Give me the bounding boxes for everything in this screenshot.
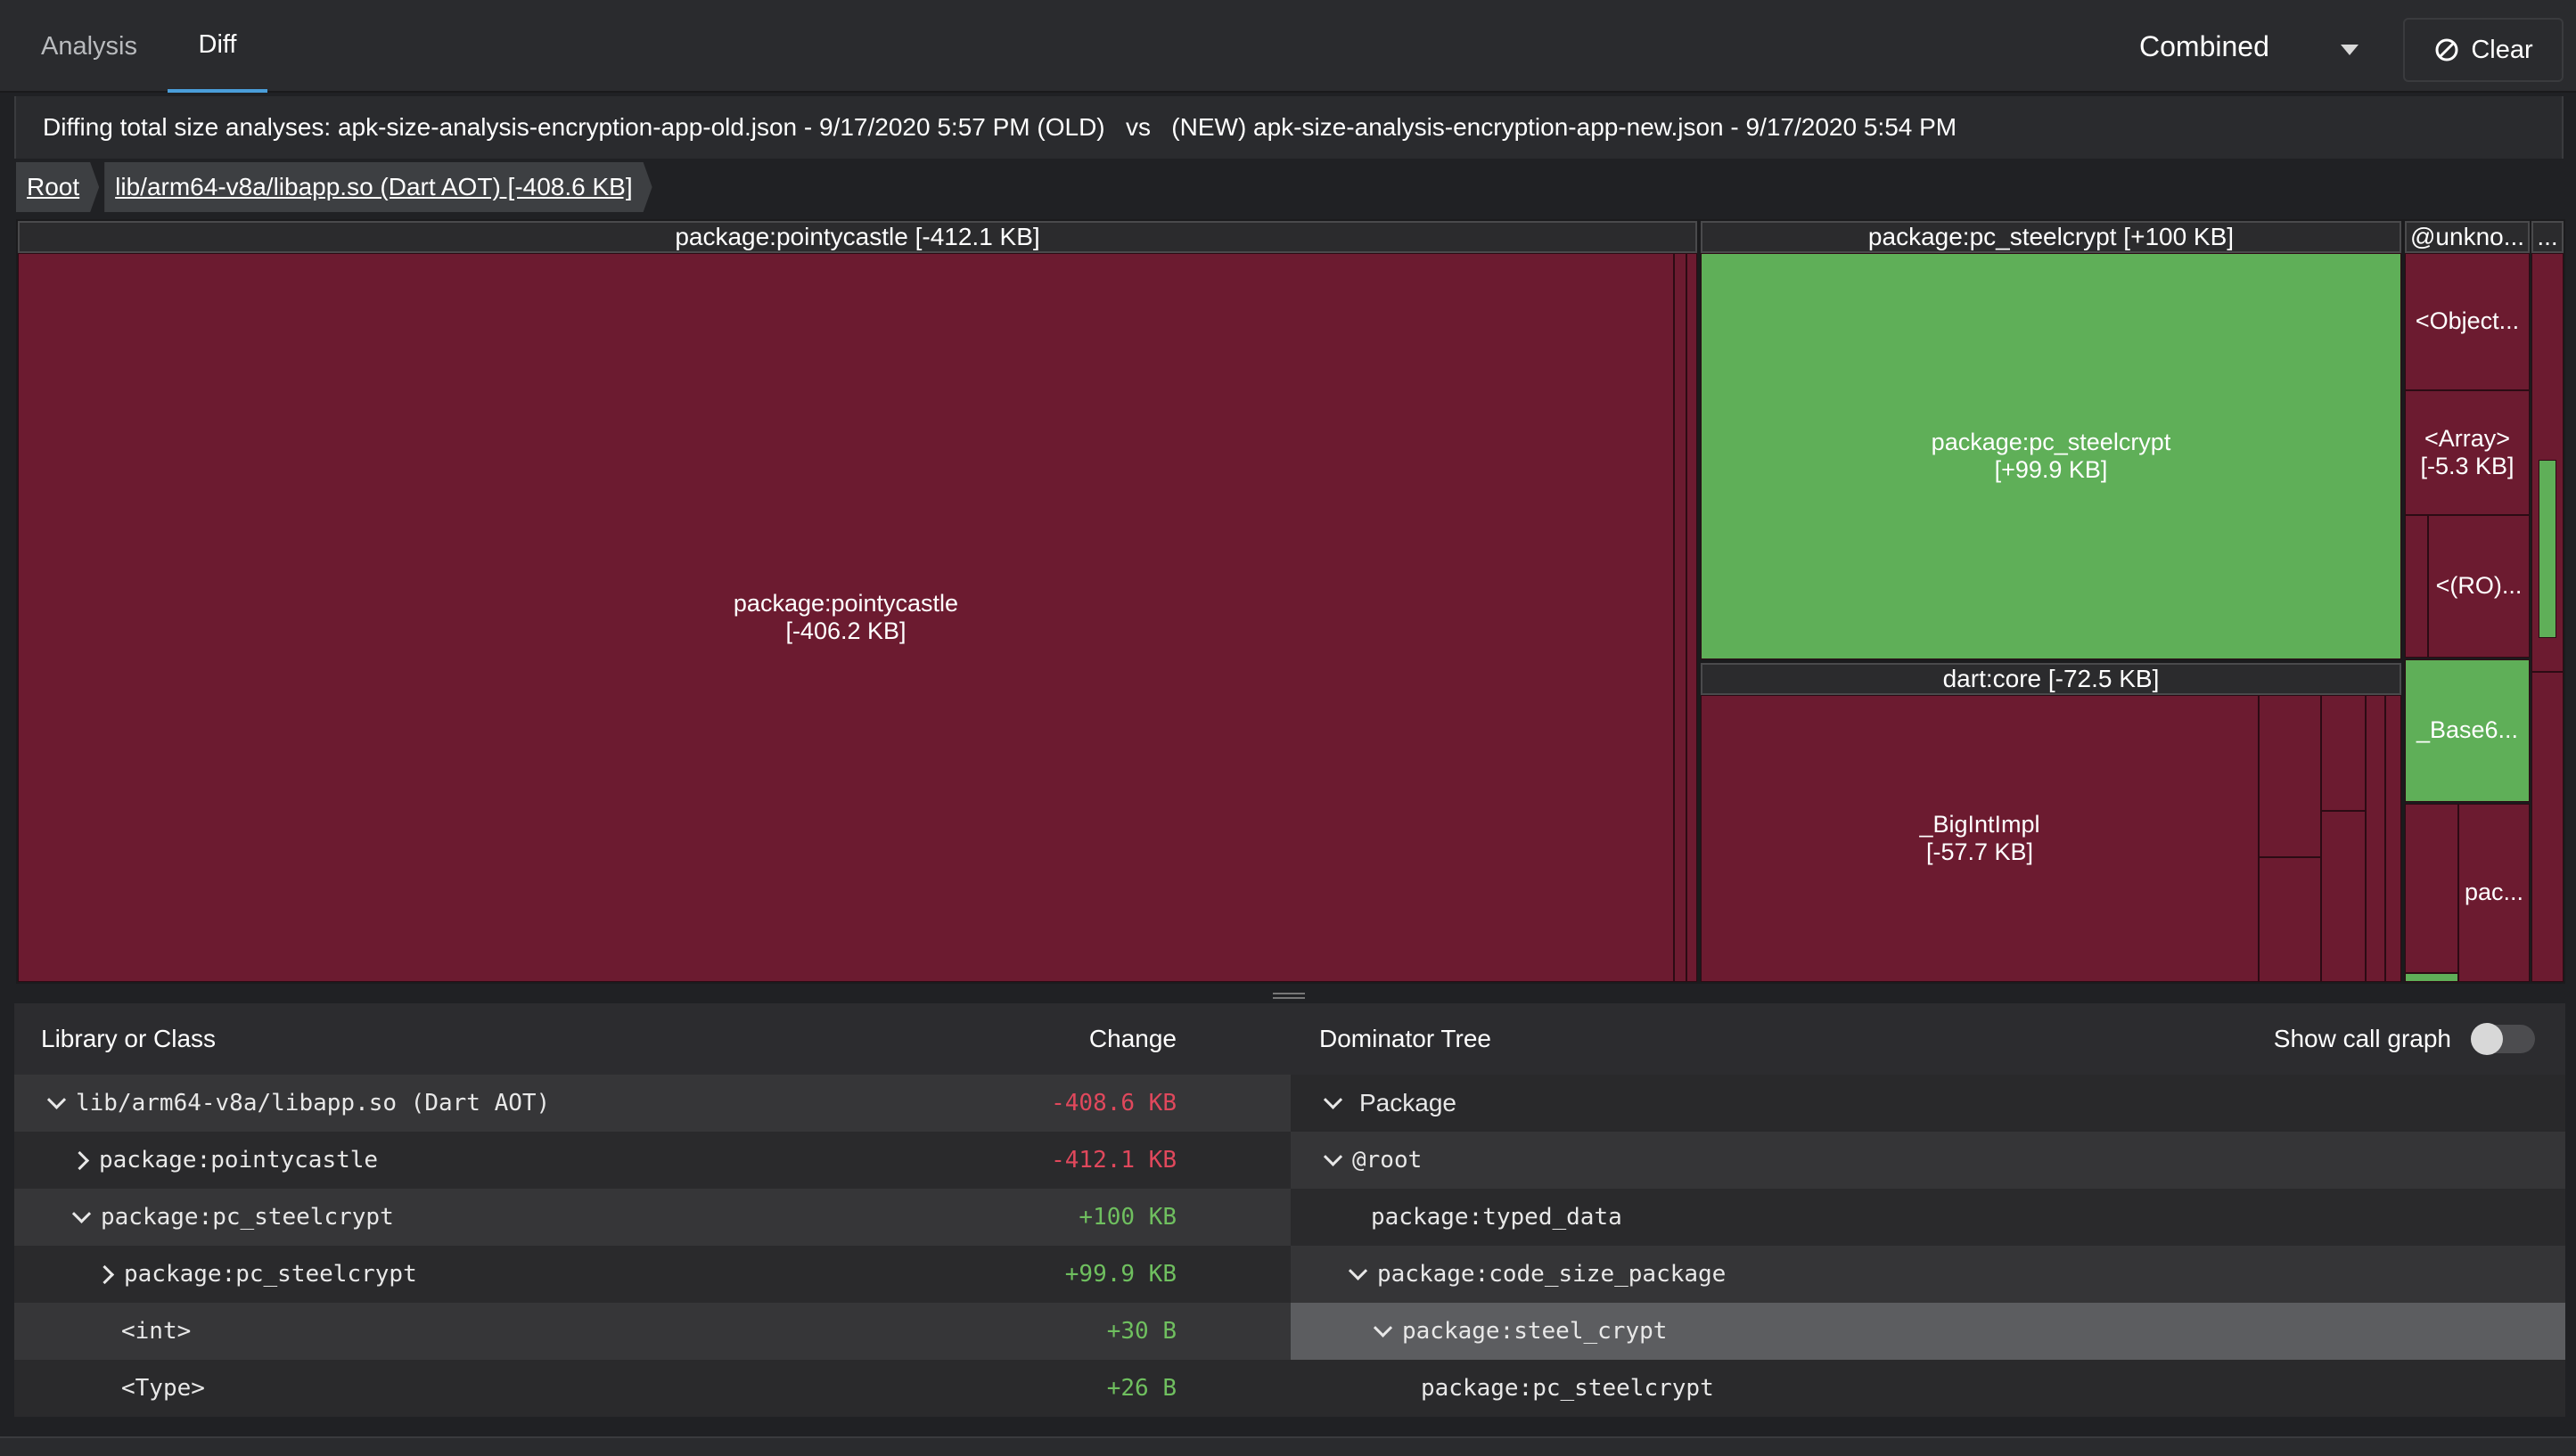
table-header: Library or Class Change xyxy=(14,1003,1291,1075)
chevron-down-icon[interactable] xyxy=(1323,1090,1343,1109)
table-row[interactable]: package:pointycastle -412.1 KB xyxy=(14,1132,1291,1189)
table-row[interactable]: <Type> +26 B xyxy=(14,1360,1291,1417)
dominator-tree-title: Dominator Tree xyxy=(1319,1025,1491,1052)
chevron-down-icon[interactable] xyxy=(1373,1318,1393,1337)
treemap-cell-small[interactable] xyxy=(2539,460,2556,638)
treemap-cell-pc-steelcrypt[interactable]: package:pc_steelcrypt [+99.9 KB] xyxy=(1701,253,2401,659)
row-label: <Type> xyxy=(121,1375,205,1402)
view-mode-select[interactable]: Combined xyxy=(2139,30,2362,71)
tree-group-header[interactable]: Package xyxy=(1291,1075,2565,1132)
tree-row[interactable]: package:typed_data xyxy=(1291,1189,2565,1246)
treemap-cell-bigintimpl[interactable]: _BigIntImpl [-57.7 KB] xyxy=(1701,695,2259,982)
treemap-cell-ro[interactable]: <(RO)... xyxy=(2428,515,2530,658)
dropdown-arrow-icon[interactable] xyxy=(2341,45,2359,55)
tree-row-label: package:code_size_package xyxy=(1377,1261,1727,1288)
treemap-cell-pointycastle[interactable]: package:pointycastle [-406.2 KB] xyxy=(18,253,1674,982)
treemap-cell-small[interactable] xyxy=(1674,253,1686,982)
row-change: +99.9 KB xyxy=(1064,1261,1177,1288)
resize-handle-icon[interactable] xyxy=(1273,991,1305,1000)
treemap-header-pointycastle[interactable]: package:pointycastle [-412.1 KB] xyxy=(18,221,1697,253)
treemap-header-dart-core[interactable]: dart:core [-72.5 KB] xyxy=(1701,663,2401,695)
treemap-cell-small[interactable] xyxy=(2321,695,2366,811)
status-bar xyxy=(0,1436,2576,1456)
row-change: -412.1 KB xyxy=(1051,1147,1177,1174)
tree-row[interactable]: package:pc_steelcrypt xyxy=(1291,1360,2565,1417)
row-label: package:pc_steelcrypt xyxy=(101,1204,394,1231)
row-change: +30 B xyxy=(1106,1318,1177,1345)
chevron-right-icon[interactable] xyxy=(94,1264,115,1284)
treemap-cell-base64[interactable]: _Base6... xyxy=(2405,659,2530,802)
chevron-down-icon[interactable] xyxy=(71,1204,92,1223)
clear-button-label: Clear xyxy=(2471,35,2533,64)
breadcrumb: Root lib/arm64-v8a/libapp.so (Dart AOT) … xyxy=(16,162,652,212)
chevron-down-icon[interactable] xyxy=(1348,1261,1368,1280)
tree-row-label: @root xyxy=(1352,1147,1423,1174)
tree-row-label: package:pc_steelcrypt xyxy=(1421,1375,1714,1402)
tree-row-selected[interactable]: package:steel_crypt xyxy=(1291,1303,2565,1360)
table-row[interactable]: lib/arm64-v8a/libapp.so (Dart AOT) -408.… xyxy=(14,1075,1291,1132)
dominator-tree-header: Dominator Tree Show call graph xyxy=(1291,1003,2565,1075)
show-call-graph-label: Show call graph xyxy=(2273,1025,2451,1052)
dominator-tree-panel: Dominator Tree Show call graph Package @… xyxy=(1291,1003,2565,1417)
treemap-cell-small[interactable] xyxy=(2259,695,2321,857)
column-header-library[interactable]: Library or Class xyxy=(41,1025,216,1053)
treemap-cell-small[interactable] xyxy=(2321,811,2366,982)
row-label: <int> xyxy=(121,1318,192,1345)
treemap-cell-small[interactable] xyxy=(2531,672,2564,982)
tree-row-label: package:steel_crypt xyxy=(1402,1318,1668,1345)
tree-row[interactable]: @root xyxy=(1291,1132,2565,1189)
chevron-down-icon[interactable] xyxy=(1323,1147,1343,1166)
table-row[interactable]: package:pc_steelcrypt +99.9 KB xyxy=(14,1246,1291,1303)
treemap-header-pc-steelcrypt[interactable]: package:pc_steelcrypt [+100 KB] xyxy=(1701,221,2401,253)
row-label: lib/arm64-v8a/libapp.so (Dart AOT) xyxy=(76,1090,551,1117)
diff-title: Diffing total size analyses: apk-size-an… xyxy=(14,96,2564,159)
view-mode-value: Combined xyxy=(2139,30,2269,62)
row-change: +100 KB xyxy=(1079,1204,1177,1231)
treemap: package:pointycastle [-412.1 KB] package… xyxy=(16,219,2565,984)
table-row[interactable]: <int> +30 B xyxy=(14,1303,1291,1360)
library-diff-table: Library or Class Change lib/arm64-v8a/li… xyxy=(14,1003,1291,1417)
column-header-change[interactable]: Change xyxy=(1089,1025,1177,1053)
chevron-down-icon[interactable] xyxy=(46,1090,67,1109)
treemap-header-misc[interactable]: ... xyxy=(2531,221,2564,253)
chevron-right-icon[interactable] xyxy=(70,1150,90,1170)
row-change: +26 B xyxy=(1106,1375,1177,1402)
treemap-cell-small[interactable] xyxy=(2366,695,2385,982)
treemap-cell-object[interactable]: <Object... xyxy=(2405,253,2530,390)
breadcrumb-root[interactable]: Root xyxy=(16,162,99,212)
tree-row[interactable]: package:code_size_package xyxy=(1291,1246,2565,1303)
row-change: -408.6 KB xyxy=(1051,1090,1177,1117)
treemap-cell-small[interactable] xyxy=(2259,857,2321,982)
table-row[interactable]: package:pc_steelcrypt +100 KB xyxy=(14,1189,1291,1246)
treemap-cell-small[interactable] xyxy=(2405,804,2458,973)
breadcrumb-libapp[interactable]: lib/arm64-v8a/libapp.so (Dart AOT) [-408… xyxy=(104,162,652,212)
package-header-label: Package xyxy=(1359,1089,1456,1117)
treemap-cell-pac[interactable]: pac... xyxy=(2458,804,2530,982)
treemap-header-unknown[interactable]: @unkno... xyxy=(2405,221,2530,253)
treemap-cell-small[interactable] xyxy=(2405,515,2428,658)
tree-row-label: package:typed_data xyxy=(1371,1204,1622,1231)
row-label: package:pc_steelcrypt xyxy=(124,1261,417,1288)
clear-button[interactable]: Clear xyxy=(2403,18,2564,82)
clear-icon xyxy=(2435,38,2458,61)
treemap-cell-small[interactable] xyxy=(2385,695,2401,982)
treemap-cell-small[interactable] xyxy=(1686,253,1697,982)
treemap-cell-array[interactable]: <Array> [-5.3 KB] xyxy=(2405,390,2530,515)
row-label: package:pointycastle xyxy=(99,1147,379,1174)
tab-diff[interactable]: Diff xyxy=(168,0,267,93)
toggle-knob xyxy=(2471,1023,2503,1055)
tab-analysis[interactable]: Analysis xyxy=(18,0,160,93)
show-call-graph-toggle[interactable] xyxy=(2471,1023,2535,1055)
treemap-cell-small[interactable] xyxy=(2405,973,2458,982)
